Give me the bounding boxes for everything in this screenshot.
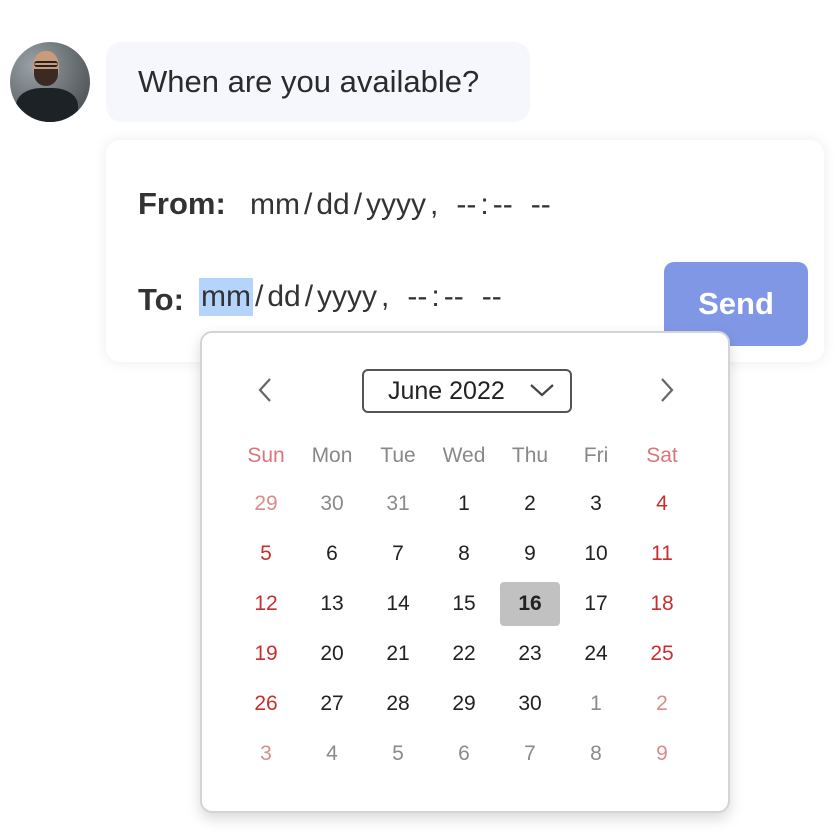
from-minute-segment[interactable]: -- [491,186,515,224]
calendar-day[interactable]: 26 [236,682,296,726]
calendar-day[interactable]: 19 [236,632,296,676]
calendar-day[interactable]: 29 [236,482,296,526]
to-month-segment[interactable]: mm [199,278,253,316]
chat-bubble: When are you available? [106,42,530,122]
avatar-body [16,88,78,122]
weekday-header: Sat [646,444,678,467]
calendar-day[interactable]: 13 [302,582,362,626]
calendar-day[interactable]: 2 [632,682,692,726]
month-year-label: June 2022 [388,376,505,405]
date-separator: / [304,280,314,313]
weekday-header: Tue [380,444,416,467]
chevron-down-icon [530,384,554,397]
calendar-day[interactable]: 1 [566,682,626,726]
avatar-beard [34,69,58,86]
calendar-day[interactable]: 3 [236,732,296,776]
to-datetime-input[interactable]: mm / dd / yyyy , -- : -- -- [199,278,504,316]
calendar-day[interactable]: 30 [302,482,362,526]
from-datetime-input[interactable]: mm / dd / yyyy , -- : -- -- [248,186,553,224]
from-label: From: [138,186,226,221]
from-day-segment[interactable]: dd [314,186,351,224]
weekday-header: Wed [442,444,486,467]
calendar-day[interactable]: 8 [434,532,494,576]
to-minute-segment[interactable]: -- [442,278,466,316]
calendar-day[interactable]: 23 [500,632,560,676]
calendar-day[interactable]: 7 [500,732,560,776]
calendar-day[interactable]: 6 [302,532,362,576]
from-year-segment[interactable]: yyyy [364,186,428,224]
calendar-day[interactable]: 4 [302,732,362,776]
to-ampm-segment[interactable]: -- [480,278,504,316]
calendar-day[interactable]: 3 [566,482,626,526]
date-separator: / [254,280,264,313]
calendar-day[interactable]: 4 [632,482,692,526]
to-day-segment[interactable]: dd [265,278,302,316]
time-separator: : [480,188,489,221]
comma-separator: , [430,188,439,221]
month-year-select[interactable]: June 2022 [362,369,572,413]
calendar-day[interactable]: 5 [236,532,296,576]
from-ampm-segment[interactable]: -- [529,186,553,224]
calendar-day[interactable]: 10 [566,532,626,576]
calendar-day[interactable]: 2 [500,482,560,526]
calendar-day[interactable]: 17 [566,582,626,626]
to-hour-segment[interactable]: -- [405,278,429,316]
date-picker-popup: June 2022 Sun Mon Tue Wed Thu Fri Sat 29 30 31 1 2… [200,331,730,813]
calendar-day[interactable]: 9 [632,732,692,776]
availability-form: From: mm / dd / yyyy , -- : -- -- To: mm… [106,140,824,362]
prev-month-button[interactable] [250,373,280,407]
chevron-right-icon [661,378,674,402]
chevron-left-icon [258,378,271,402]
avatar [10,42,90,122]
calendar-day[interactable]: 6 [434,732,494,776]
calendar-day[interactable]: 24 [566,632,626,676]
calendar-day[interactable]: 1 [434,482,494,526]
calendar-day[interactable]: 27 [302,682,362,726]
weekday-header: Fri [583,444,609,467]
calendar-day[interactable]: 15 [434,582,494,626]
date-separator: / [303,188,313,221]
calendar-day[interactable]: 11 [632,532,692,576]
to-year-segment[interactable]: yyyy [315,278,379,316]
calendar-day[interactable]: 29 [434,682,494,726]
time-separator: : [431,280,440,313]
calendar-day[interactable]: 5 [368,732,428,776]
calendar-day[interactable]: 30 [500,682,560,726]
calendar-day[interactable]: 25 [632,632,692,676]
from-month-segment[interactable]: mm [248,186,302,224]
date-separator: / [353,188,363,221]
next-month-button[interactable] [652,373,682,407]
calendar-day[interactable]: 18 [632,582,692,626]
weekday-header: Thu [511,444,549,467]
calendar-day[interactable]: 14 [368,582,428,626]
comma-separator: , [381,280,390,313]
weekday-header: Sun [247,444,285,467]
calendar-day[interactable]: 7 [368,532,428,576]
avatar-glasses [34,61,58,67]
to-label: To: [138,282,184,317]
calendar-day[interactable]: 8 [566,732,626,776]
calendar-day[interactable]: 9 [500,532,560,576]
chat-message: When are you available? [138,64,480,99]
calendar-day[interactable]: 31 [368,482,428,526]
calendar-day[interactable]: 12 [236,582,296,626]
calendar-day[interactable]: 20 [302,632,362,676]
from-hour-segment[interactable]: -- [454,186,478,224]
weekday-header: Mon [311,444,353,467]
calendar-day[interactable]: 21 [368,632,428,676]
calendar-day[interactable]: 28 [368,682,428,726]
calendar-day[interactable]: 22 [434,632,494,676]
calendar-day-today[interactable]: 16 [500,582,560,626]
